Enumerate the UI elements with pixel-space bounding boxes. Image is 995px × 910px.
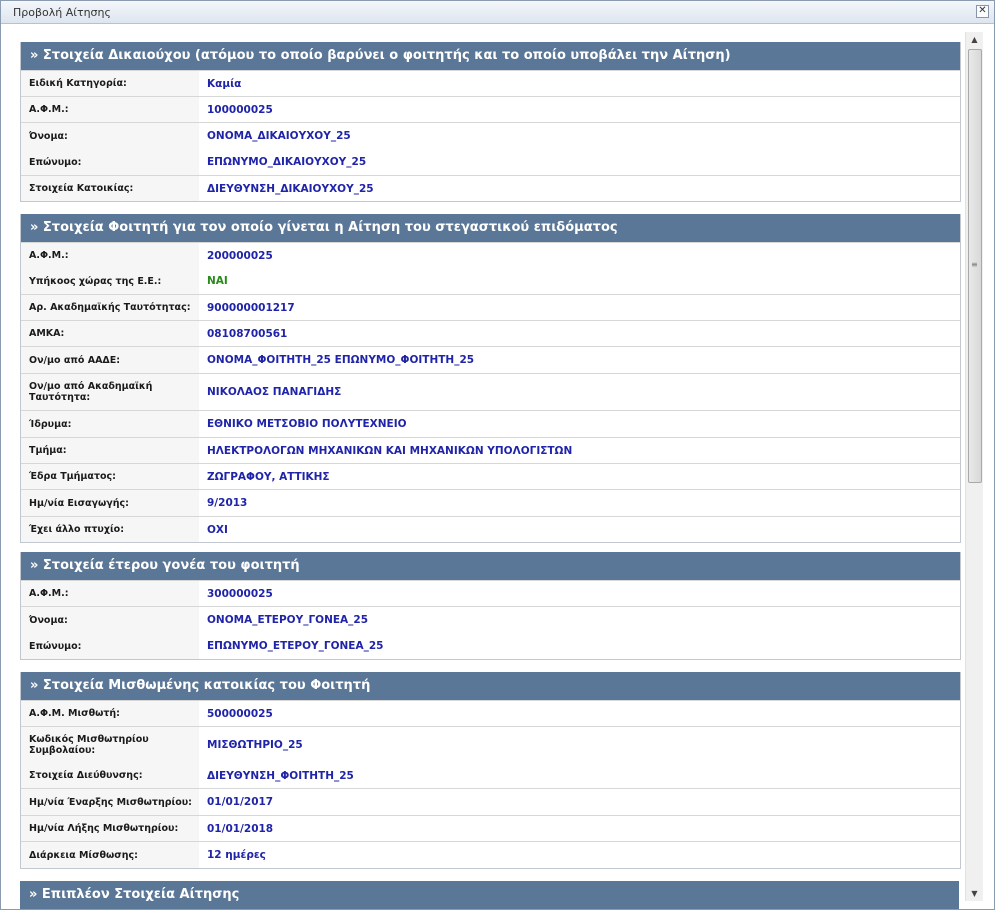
section-header: » Στοιχεία Φοιτητή για τον οποίο γίνεται… bbox=[21, 214, 960, 242]
field-label: Διάρκεια Μίσθωσης: bbox=[21, 842, 199, 868]
field-value: ΝΙΚΟΛΑΟΣ ΠΑΝΑΓΙΔΗΣ bbox=[207, 386, 342, 398]
field-value: ΝΑΙ bbox=[207, 275, 228, 287]
field-label: Ον/μο από ΑΑΔΕ: bbox=[21, 347, 199, 373]
field-label: Α.Φ.Μ. Μισθωτή: bbox=[21, 701, 199, 726]
field-row: Αρ. Ακαδημαϊκής Ταυτότητας: 900000001217 bbox=[21, 294, 960, 320]
section-header: » Επιπλέον Στοιχεία Αίτησης bbox=[20, 881, 959, 909]
field-label: Α.Φ.Μ.: bbox=[21, 97, 199, 122]
field-label: Ημ/νία Λήξης Μισθωτηρίου: bbox=[21, 816, 199, 841]
field-row: Υπήκοος χώρας της Ε.Ε.: ΝΑΙ bbox=[21, 268, 960, 294]
field-row: Στοιχεία Κατοικίας: ΔΙΕΥΘΥΝΣΗ_ΔΙΚΑΙΟΥΧΟΥ… bbox=[21, 175, 960, 201]
field-row: Επώνυμο: ΕΠΩΝΥΜΟ_ΔΙΚΑΙΟΥΧΟΥ_25 bbox=[21, 149, 960, 175]
section-header: » Στοιχεία Μισθωμένης κατοικίας του Φοιτ… bbox=[21, 672, 960, 700]
field-value: 200000025 bbox=[207, 249, 273, 262]
field-label: Υπήκοος χώρας της Ε.Ε.: bbox=[21, 268, 199, 294]
field-label: Α.Φ.Μ.: bbox=[21, 581, 199, 606]
field-label: Όνομα: bbox=[21, 123, 199, 149]
field-row: Ημ/νία Έναρξης Μισθωτηρίου: 01/01/2017 bbox=[21, 788, 960, 815]
field-value: ΟΧΙ bbox=[207, 523, 228, 536]
close-icon[interactable]: ✕ bbox=[976, 5, 989, 18]
field-value: 12 ημέρες bbox=[207, 849, 266, 861]
section-rented-residence: » Στοιχεία Μισθωμένης κατοικίας του Φοιτ… bbox=[20, 672, 961, 869]
field-value: ΖΩΓΡΑΦΟΥ, ΑΤΤΙΚΗΣ bbox=[207, 470, 330, 483]
field-row: Α.Φ.Μ.: 100000025 bbox=[21, 96, 960, 122]
field-row: Α.Φ.Μ.: 300000025 bbox=[21, 580, 960, 606]
field-row: Ον/μο από Ακαδημαϊκή Ταυτότητα: ΝΙΚΟΛΑΟΣ… bbox=[21, 373, 960, 410]
field-row: Ον/μο από ΑΑΔΕ: ΟΝΟΜΑ_ΦΟΙΤΗΤΗ_25 ΕΠΩΝΥΜΟ… bbox=[21, 346, 960, 373]
field-value: 01/01/2017 bbox=[207, 796, 274, 808]
content-area: » Στοιχεία Δικαιούχου (ατόμου το οποίο β… bbox=[1, 24, 964, 909]
field-value: ΗΛΕΚΤΡΟΛΟΓΩΝ ΜΗΧΑΝΙΚΩΝ ΚΑΙ ΜΗΧΑΝΙΚΩΝ ΥΠΟ… bbox=[207, 444, 573, 457]
field-label: Όνομα: bbox=[21, 607, 199, 633]
field-label: Επώνυμο: bbox=[21, 149, 199, 175]
field-value: ΕΘΝΙΚΟ ΜΕΤΣΟΒΙΟ ΠΟΛΥΤΕΧΝΕΙΟ bbox=[207, 418, 407, 430]
field-row: Τμήμα: ΗΛΕΚΤΡΟΛΟΓΩΝ ΜΗΧΑΝΙΚΩΝ ΚΑΙ ΜΗΧΑΝΙ… bbox=[21, 437, 960, 463]
field-row: Ημ/νία Εισαγωγής: 9/2013 bbox=[21, 489, 960, 516]
field-value: 01/01/2018 bbox=[207, 822, 274, 835]
field-label: Στοιχεία Διεύθυνσης: bbox=[21, 763, 199, 788]
section-additional: » Επιπλέον Στοιχεία Αίτησης bbox=[20, 881, 959, 909]
field-label: Έδρα Τμήματος: bbox=[21, 464, 199, 489]
dialog-window: Προβολή Αίτησης ✕ » Στοιχεία Δικαιούχου … bbox=[0, 0, 995, 910]
field-value: 300000025 bbox=[207, 587, 273, 600]
window-title: Προβολή Αίτησης bbox=[13, 6, 111, 19]
field-value: ΔΙΕΥΘΥΝΣΗ_ΦΟΙΤΗΤΗ_25 bbox=[207, 769, 354, 782]
field-value: Καμία bbox=[207, 77, 242, 90]
field-value: ΟΝΟΜΑ_ΕΤΕΡΟΥ_ΓΟΝΕΑ_25 bbox=[207, 614, 369, 626]
field-value: ΕΠΩΝΥΜΟ_ΔΙΚΑΙΟΥΧΟΥ_25 bbox=[207, 156, 367, 168]
field-row: Επώνυμο: ΕΠΩΝΥΜΟ_ΕΤΕΡΟΥ_ΓΟΝΕΑ_25 bbox=[21, 633, 960, 659]
field-label: Ειδική Κατηγορία: bbox=[21, 71, 199, 96]
field-row: ΑΜΚΑ: 08108700561 bbox=[21, 320, 960, 346]
field-label: ΑΜΚΑ: bbox=[21, 321, 199, 346]
field-value: 9/2013 bbox=[207, 497, 248, 509]
section-student: » Στοιχεία Φοιτητή για τον οποίο γίνεται… bbox=[20, 214, 961, 543]
field-value: ΕΠΩΝΥΜΟ_ΕΤΕΡΟΥ_ΓΟΝΕΑ_25 bbox=[207, 640, 384, 652]
field-label: Τμήμα: bbox=[21, 438, 199, 463]
field-label: Ίδρυμα: bbox=[21, 411, 199, 437]
vertical-scrollbar[interactable]: ▲ ≡ ▼ bbox=[965, 32, 983, 901]
field-value: ΟΝΟΜΑ_ΔΙΚΑΙΟΥΧΟΥ_25 bbox=[207, 130, 351, 142]
section-beneficiary: » Στοιχεία Δικαιούχου (ατόμου το οποίο β… bbox=[20, 42, 961, 202]
section-header: » Στοιχεία έτερου γονέα του φοιτητή bbox=[21, 552, 960, 580]
field-row: Α.Φ.Μ. Μισθωτή: 500000025 bbox=[21, 700, 960, 726]
field-value: ΟΝΟΜΑ_ΦΟΙΤΗΤΗ_25 ΕΠΩΝΥΜΟ_ΦΟΙΤΗΤΗ_25 bbox=[207, 354, 475, 366]
section-header: » Στοιχεία Δικαιούχου (ατόμου το οποίο β… bbox=[21, 42, 960, 70]
scrollbar-thumb[interactable]: ≡ bbox=[968, 49, 982, 483]
field-value: ΜΙΣΘΩΤΗΡΙΟ_25 bbox=[207, 739, 303, 751]
field-row: Ίδρυμα: ΕΘΝΙΚΟ ΜΕΤΣΟΒΙΟ ΠΟΛΥΤΕΧΝΕΙΟ bbox=[21, 410, 960, 437]
field-label: Επώνυμο: bbox=[21, 633, 199, 659]
field-row: Όνομα: ΟΝΟΜΑ_ΔΙΚΑΙΟΥΧΟΥ_25 bbox=[21, 122, 960, 149]
field-row: Α.Φ.Μ.: 200000025 bbox=[21, 242, 960, 268]
field-label: Στοιχεία Κατοικίας: bbox=[21, 176, 199, 201]
field-label: Έχει άλλο πτυχίο: bbox=[21, 517, 199, 542]
field-label: Αρ. Ακαδημαϊκής Ταυτότητας: bbox=[21, 295, 199, 320]
field-value: 100000025 bbox=[207, 103, 273, 116]
field-label: Κωδικός Μισθωτηρίου Συμβολαίου: bbox=[21, 727, 199, 763]
field-row: Ημ/νία Λήξης Μισθωτηρίου: 01/01/2018 bbox=[21, 815, 960, 841]
field-row: Κωδικός Μισθωτηρίου Συμβολαίου: ΜΙΣΘΩΤΗΡ… bbox=[21, 726, 960, 763]
field-value: 500000025 bbox=[207, 707, 273, 720]
field-label: Ον/μο από Ακαδημαϊκή Ταυτότητα: bbox=[21, 374, 199, 410]
field-label: Ημ/νία Εισαγωγής: bbox=[21, 490, 199, 516]
title-bar: Προβολή Αίτησης ✕ bbox=[1, 1, 994, 24]
field-row: Στοιχεία Διεύθυνσης: ΔΙΕΥΘΥΝΣΗ_ΦΟΙΤΗΤΗ_2… bbox=[21, 763, 960, 788]
field-value: ΔΙΕΥΘΥΝΣΗ_ΔΙΚΑΙΟΥΧΟΥ_25 bbox=[207, 182, 374, 195]
field-row: Όνομα: ΟΝΟΜΑ_ΕΤΕΡΟΥ_ΓΟΝΕΑ_25 bbox=[21, 606, 960, 633]
scroll-down-icon[interactable]: ▼ bbox=[966, 886, 983, 901]
grip-icon: ≡ bbox=[971, 260, 978, 269]
field-label: Ημ/νία Έναρξης Μισθωτηρίου: bbox=[21, 789, 199, 815]
field-row: Ειδική Κατηγορία: Καμία bbox=[21, 70, 960, 96]
field-row: Έδρα Τμήματος: ΖΩΓΡΑΦΟΥ, ΑΤΤΙΚΗΣ bbox=[21, 463, 960, 489]
field-row: Διάρκεια Μίσθωσης: 12 ημέρες bbox=[21, 841, 960, 868]
scroll-up-icon[interactable]: ▲ bbox=[966, 32, 983, 47]
field-label: Α.Φ.Μ.: bbox=[21, 243, 199, 268]
field-value: 08108700561 bbox=[207, 327, 288, 340]
section-other-parent: » Στοιχεία έτερου γονέα του φοιτητή Α.Φ.… bbox=[20, 552, 961, 660]
field-value: 900000001217 bbox=[207, 301, 295, 314]
field-row: Έχει άλλο πτυχίο: ΟΧΙ bbox=[21, 516, 960, 542]
